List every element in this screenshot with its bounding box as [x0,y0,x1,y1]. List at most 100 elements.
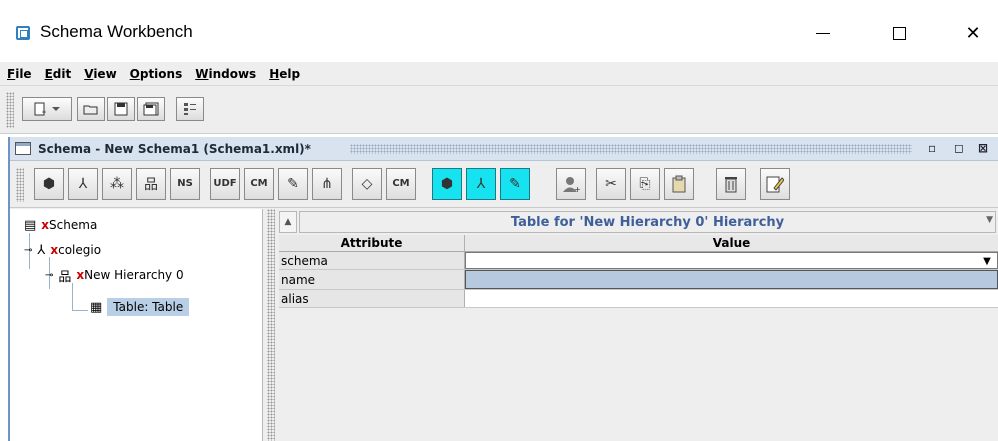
main-toolbar: * [0,86,998,134]
add-calculated-member-button[interactable]: CM [244,168,274,200]
menu-view[interactable]: View [83,67,117,81]
copy-icon: ⎘ [639,176,651,192]
delete-icon [725,177,737,193]
chevron-down-icon[interactable]: ▼ [979,254,995,268]
menu-help[interactable]: Help [268,67,301,81]
schema-frame-titlebar[interactable]: Schema - New Schema1 (Schema1.xml)* ▫ ◻ … [10,137,998,161]
name-value-field[interactable] [465,270,998,289]
property-icon: ◇ [361,176,373,192]
tree-node-cube[interactable]: ⊸ ⅄ x colegio [24,240,101,260]
maximize-frame-icon[interactable]: ◻ [954,141,964,155]
hierarchy-node-icon: 品 [58,269,72,285]
toolbar-grip[interactable] [16,168,24,202]
expand-handle-icon[interactable]: ⊸ [45,270,53,281]
svg-text:+: + [574,185,580,193]
minimize-button[interactable] [800,18,846,48]
table-header: Attribute Value [279,235,998,252]
title-bar: Schema Workbench ✕ [0,0,998,62]
cut-button[interactable]: ✂ [596,168,626,200]
dimension-icon: ⅄ [78,176,88,192]
save-as-button[interactable] [137,97,165,121]
schema-tree: ▤ x Schema ⊸ ⅄ x colegio ⊸ 品 x New Hierarch… [10,209,263,441]
add-named-set-button[interactable]: NS [170,168,200,200]
tree-node-table[interactable]: ▦ Table: Table [90,293,190,321]
cube-node-icon: ⅄ [37,242,46,258]
table-icon: ▦ [90,299,103,315]
document-icon [15,142,31,155]
close-button[interactable]: ✕ [950,18,996,48]
tree-node-hierarchy[interactable]: ⊸ 品 x New Hierarchy 0 [45,265,184,285]
save-as-icon [143,102,159,116]
split-pane-divider[interactable] [264,209,277,441]
divider-grip[interactable] [267,209,275,441]
close-icon: ✕ [965,22,981,44]
details-panel: ▲ Table for 'New Hierarchy 0' Hierarchy … [277,209,998,441]
tree-node-schema[interactable]: ▤ x Schema [24,215,97,235]
close-frame-icon[interactable]: ⊠ [978,141,988,155]
new-schema-icon: * [34,102,60,117]
udf-icon: UDF [213,178,237,189]
add-virtual-dimension-button[interactable]: ⅄ [466,168,496,200]
open-icon [83,105,98,115]
menu-bar: File Edit View Options Windows Help [0,62,998,86]
role-icon: + [563,177,580,193]
virtual-cube-icon: ⬢ [440,176,454,192]
measure-icon: ✎ [287,176,299,192]
attribute-cell: schema [279,252,465,269]
column-header-value[interactable]: Value [465,235,998,251]
add-virtual-measure-button[interactable]: ✎ [500,168,530,200]
maximize-button[interactable] [876,18,922,48]
virtual-measure-icon: ✎ [509,176,521,192]
jdbc-explorer-button[interactable] [176,97,204,121]
add-user-defined-function-button[interactable]: UDF [210,168,240,200]
svg-text:*: * [42,109,46,117]
dimension-usage-icon: ⁂ [110,176,124,192]
copy-button[interactable]: ⎘ [630,168,660,200]
add-measure-button[interactable]: ✎ [278,168,308,200]
add-dimension-usage-button[interactable]: ⁂ [102,168,132,200]
hierarchy-icon: 品 [144,177,158,193]
cut-icon: ✂ [605,176,617,192]
measure-calc-member-icon: CM [392,178,410,189]
new-schema-button[interactable]: * [22,97,72,121]
save-icon [114,102,128,116]
schema-value-combo[interactable]: ▼ [465,252,998,269]
paste-icon [672,175,686,193]
minimize-icon [816,32,830,34]
alias-value-field[interactable] [465,290,998,307]
maximize-icon [892,26,906,40]
add-hierarchy-button[interactable]: 品 [136,168,166,200]
expand-handle-icon[interactable]: ⊸ [24,245,32,256]
toolbar-grip[interactable] [6,92,14,128]
details-title: Table for 'New Hierarchy 0' Hierarchy ▼ [299,211,996,233]
add-measure-calculated-member-button[interactable]: CM [386,168,416,200]
add-property-button[interactable]: ◇ [352,168,382,200]
schema-frame: Schema - New Schema1 (Schema1.xml)* ▫ ◻ … [8,137,998,441]
chevron-down-icon[interactable]: ▼ [986,215,993,225]
paste-button[interactable] [664,168,694,200]
menu-edit[interactable]: Edit [44,67,73,81]
add-virtual-cube-button[interactable]: ⬢ [432,168,462,200]
delete-button[interactable] [716,168,746,200]
tree-connector [72,283,73,311]
add-cube-button[interactable]: ⬢ [34,168,64,200]
table-row[interactable]: schema ▼ [279,252,998,270]
save-button[interactable] [107,97,135,121]
menu-file[interactable]: File [6,67,33,81]
app-logo-icon [16,26,30,40]
menu-windows[interactable]: Windows [194,67,257,81]
restore-icon[interactable]: ▫ [928,141,936,155]
level-icon: ⋔ [321,176,333,192]
edit-button[interactable] [760,168,790,200]
menu-options[interactable]: Options [129,67,184,81]
table-row[interactable]: name [279,270,998,290]
attribute-cell: name [279,270,465,289]
add-dimension-button[interactable]: ⅄ [68,168,98,200]
properties-table: Attribute Value schema ▼ name alias [279,235,998,308]
add-role-button[interactable]: + [556,168,586,200]
column-header-attribute[interactable]: Attribute [279,235,465,251]
add-level-button[interactable]: ⋔ [312,168,342,200]
table-row[interactable]: alias [279,290,998,308]
scroll-up-icon[interactable]: ▲ [279,211,297,233]
open-button[interactable] [77,97,105,121]
